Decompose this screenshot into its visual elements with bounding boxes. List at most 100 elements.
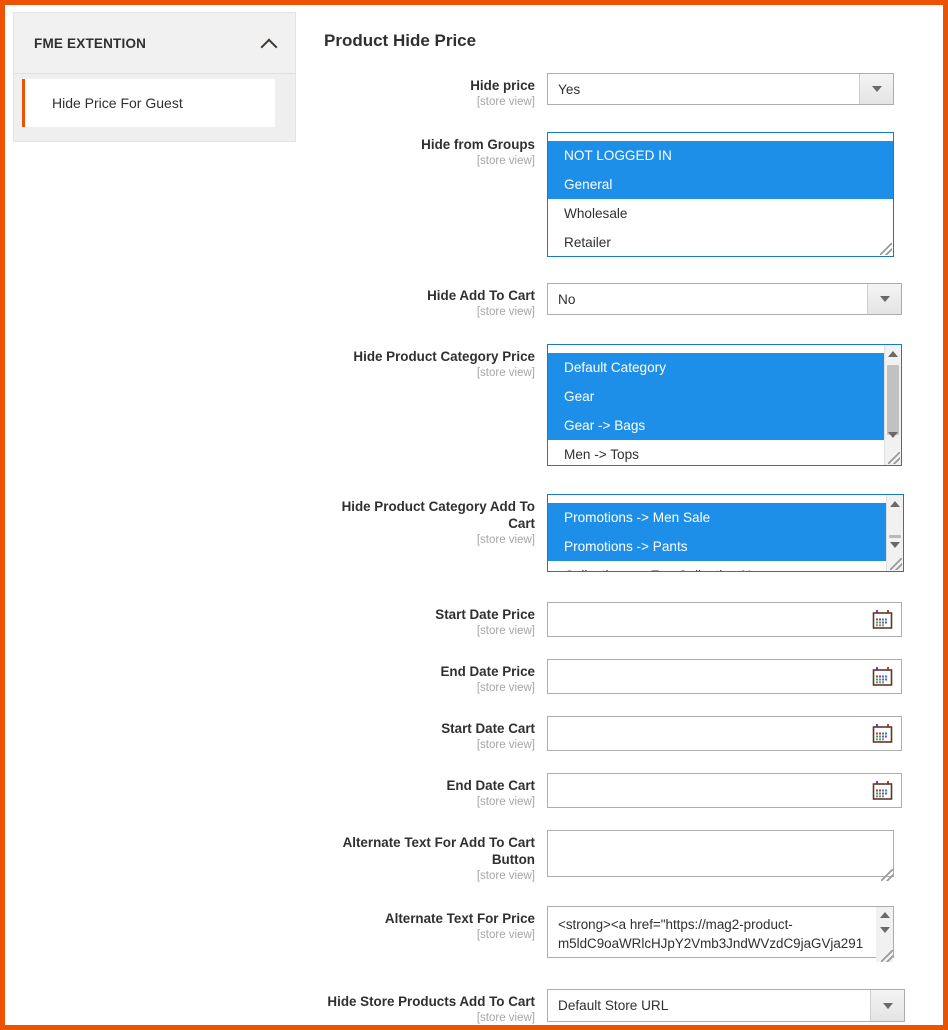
field-scope: [store view] (315, 738, 535, 753)
field-control (547, 773, 915, 808)
list-item[interactable]: General (548, 170, 893, 199)
hide-add-to-cart-select[interactable]: No (547, 283, 902, 315)
scroll-up-icon[interactable] (885, 345, 901, 362)
textarea-wrap (547, 830, 894, 882)
field-scope: [store view] (315, 154, 535, 169)
field-hide-from-groups: Hide from Groups [store view] NOT LOGGED… (315, 132, 915, 257)
field-hide-product-category-add-to-cart: Hide Product Category Add To Cart [store… (315, 494, 915, 572)
scrollbar-thumb[interactable] (887, 365, 899, 435)
field-label: Hide Store Products Add To Cart (315, 993, 535, 1010)
calendar-icon[interactable] (872, 780, 893, 801)
scroll-up-icon[interactable] (876, 907, 893, 922)
alt-text-price-textarea[interactable]: <strong><a href="https://mag2-product-m5… (547, 906, 894, 958)
hide-add-to-cart-value: No (548, 284, 867, 314)
field-hide-store-products-add-to-cart: Hide Store Products Add To Cart [store v… (315, 989, 915, 1026)
list-item[interactable]: NOT LOGGED IN (548, 141, 893, 170)
field-label: Hide Product Category Add To Cart (315, 498, 535, 532)
field-control: <strong><a href="https://mag2-product-m5… (547, 906, 915, 963)
field-label-group: Hide Product Category Add To Cart [store… (315, 494, 547, 548)
field-label: Start Date Cart (315, 720, 535, 737)
field-scope: [store view] (315, 795, 535, 810)
listbox-scrollbar[interactable] (886, 495, 903, 571)
calendar-icon[interactable] (872, 666, 893, 687)
field-label-group: Hide from Groups [store view] (315, 132, 547, 169)
alt-text-add-to-cart-textarea[interactable] (547, 830, 894, 877)
textarea-scrollbar[interactable] (876, 907, 893, 962)
field-control: No (547, 283, 915, 315)
date-field-wrap (547, 659, 902, 694)
field-scope: [store view] (315, 1011, 535, 1026)
field-label: Hide Product Category Price (315, 348, 535, 365)
hide-product-category-price-listbox[interactable]: Default Category Gear Gear -> Bags Men -… (547, 344, 902, 466)
list-item[interactable]: Retailer (548, 228, 893, 257)
scroll-up-icon[interactable] (887, 495, 903, 512)
field-label-group: Start Date Cart [store view] (315, 716, 547, 753)
list-item[interactable]: Gear -> Bags (548, 411, 884, 440)
list-item[interactable]: Promotions -> Men Sale (548, 503, 886, 532)
sidebar-panel-header[interactable]: FME EXTENTION (14, 13, 295, 74)
hide-store-products-add-to-cart-select[interactable]: Default Store URL (547, 989, 905, 1022)
field-label-group: Hide Add To Cart [store view] (315, 283, 547, 320)
field-end-date-cart: End Date Cart [store view] (315, 773, 915, 810)
hide-product-category-add-to-cart-listbox[interactable]: Promotions -> Men Sale Promotions -> Pan… (547, 494, 904, 572)
sidebar-item-label: Hide Price For Guest (52, 95, 183, 111)
field-control: Yes (547, 73, 915, 105)
chevron-up-icon[interactable] (261, 35, 277, 51)
field-label-group: Alternate Text For Add To Cart Button [s… (315, 830, 547, 884)
listbox-options: Default Category Gear Gear -> Bags Men -… (548, 345, 884, 465)
field-label-group: Hide Product Category Price [store view] (315, 344, 547, 381)
hide-price-select[interactable]: Yes (547, 73, 894, 105)
end-date-price-input[interactable] (547, 659, 902, 694)
scroll-down-icon[interactable] (876, 922, 893, 937)
field-label: Hide from Groups (315, 136, 535, 153)
field-label-group: End Date Cart [store view] (315, 773, 547, 810)
scroll-down-icon[interactable] (885, 426, 901, 443)
date-field-wrap (547, 602, 902, 637)
calendar-icon[interactable] (872, 723, 893, 744)
chevron-down-icon[interactable] (867, 284, 901, 314)
start-date-price-input[interactable] (547, 602, 902, 637)
start-date-cart-input[interactable] (547, 716, 902, 751)
field-label-group: Alternate Text For Price [store view] (315, 906, 547, 943)
field-alt-text-price: Alternate Text For Price [store view] <s… (315, 906, 915, 963)
list-item[interactable]: Collections -> Eco Collection New (548, 561, 886, 572)
sidebar-item-hide-price-for-guest[interactable]: Hide Price For Guest (22, 79, 275, 127)
calendar-icon[interactable] (872, 609, 893, 630)
listbox-options: Promotions -> Men Sale Promotions -> Pan… (548, 495, 886, 571)
listbox-scrollbar[interactable] (884, 345, 901, 465)
scroll-down-icon[interactable] (887, 536, 903, 553)
date-field-wrap (547, 716, 902, 751)
field-scope: [store view] (315, 869, 535, 884)
field-label-group: Start Date Price [store view] (315, 602, 547, 639)
chevron-down-icon[interactable] (870, 990, 904, 1021)
list-item[interactable]: Wholesale (548, 199, 893, 228)
field-start-date-cart: Start Date Cart [store view] (315, 716, 915, 753)
field-scope: [store view] (315, 681, 535, 696)
field-control: Promotions -> Men Sale Promotions -> Pan… (547, 494, 915, 572)
list-item[interactable]: Gear (548, 382, 884, 411)
textarea-wrap: <strong><a href="https://mag2-product-m5… (547, 906, 894, 963)
field-label-group: Hide Store Products Add To Cart [store v… (315, 989, 547, 1026)
field-control (547, 602, 915, 637)
field-hide-price: Hide price [store view] Yes (315, 73, 915, 110)
field-end-date-price: End Date Price [store view] (315, 659, 915, 696)
sidebar-panel-body: Hide Price For Guest (14, 74, 295, 141)
date-field-wrap (547, 773, 902, 808)
sidebar: FME EXTENTION Hide Price For Guest (13, 12, 296, 142)
field-label: Hide Add To Cart (315, 287, 535, 304)
chevron-down-icon[interactable] (859, 74, 893, 104)
field-label: Start Date Price (315, 606, 535, 623)
field-label: Hide price (315, 77, 535, 94)
field-alt-text-add-to-cart: Alternate Text For Add To Cart Button [s… (315, 830, 915, 884)
list-item[interactable]: Promotions -> Pants (548, 532, 886, 561)
hide-from-groups-listbox[interactable]: NOT LOGGED IN General Wholesale Retailer (547, 132, 894, 257)
end-date-cart-input[interactable] (547, 773, 902, 808)
sidebar-panel-title: FME EXTENTION (34, 36, 146, 51)
field-label: Alternate Text For Price (315, 910, 535, 927)
field-label-group: End Date Price [store view] (315, 659, 547, 696)
field-hide-product-category-price: Hide Product Category Price [store view]… (315, 344, 915, 466)
listbox-options: NOT LOGGED IN General Wholesale Retailer (548, 133, 893, 256)
list-item[interactable]: Default Category (548, 353, 884, 382)
list-item[interactable]: Men -> Tops (548, 440, 884, 466)
field-scope: [store view] (315, 305, 535, 320)
